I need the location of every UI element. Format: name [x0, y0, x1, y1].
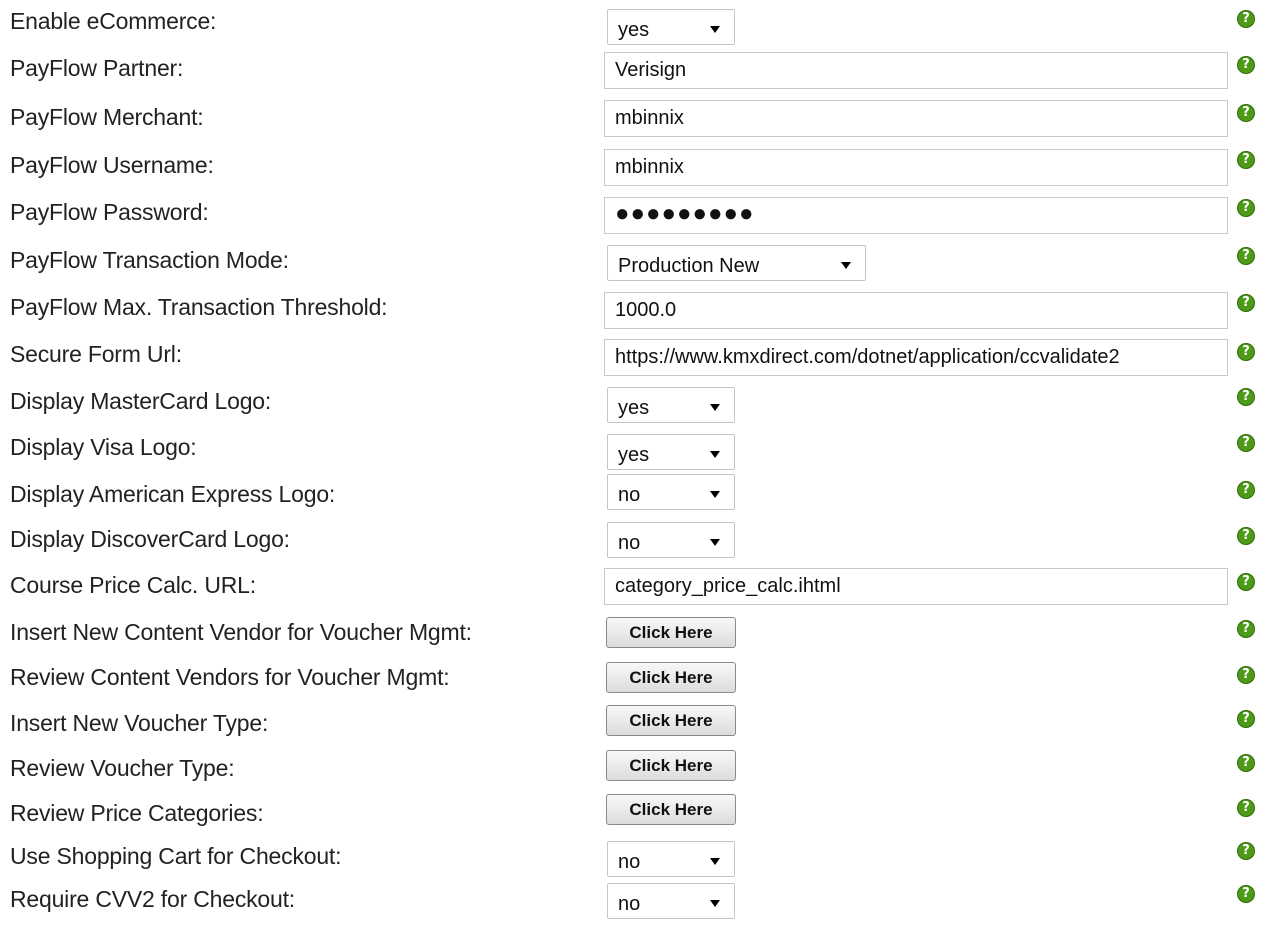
discovercard-logo-value: no [618, 531, 641, 554]
mastercard-logo-select[interactable]: yes [607, 387, 735, 423]
help-icon[interactable]: ? [1237, 527, 1255, 545]
chevron-down-icon [710, 899, 720, 907]
label-payflow-username: PayFlow Username: [10, 152, 214, 178]
max-threshold-input[interactable]: 1000.0 [604, 292, 1228, 329]
ecommerce-settings-form: Enable eCommerce: yes ? PayFlow Partner:… [0, 0, 1266, 919]
row-payflow-partner: PayFlow Partner: Verisign ? [0, 46, 1266, 92]
label-max-threshold: PayFlow Max. Transaction Threshold: [10, 294, 388, 320]
payflow-partner-input[interactable]: Verisign [604, 52, 1228, 89]
shopping-cart-checkout-select[interactable]: no [607, 841, 735, 877]
label-course-price-calc-url: Course Price Calc. URL: [10, 572, 256, 598]
row-amex-logo: Display American Express Logo: no ? [0, 471, 1266, 517]
payflow-password-input[interactable]: ●●●●●●●●● [604, 197, 1228, 234]
chevron-down-icon [710, 857, 720, 865]
row-secure-form-url: Secure Form Url: https://www.kmxdirect.c… [0, 331, 1266, 377]
help-icon[interactable]: ? [1237, 10, 1255, 28]
label-review-price-categories: Review Price Categories: [10, 800, 264, 826]
row-insert-content-vendor: Insert New Content Vendor for Voucher Mg… [0, 610, 1266, 656]
help-icon[interactable]: ? [1237, 247, 1255, 265]
label-insert-content-vendor: Insert New Content Vendor for Voucher Mg… [10, 619, 472, 645]
label-amex-logo: Display American Express Logo: [10, 481, 336, 507]
help-icon[interactable]: ? [1237, 388, 1255, 406]
help-icon[interactable]: ? [1237, 104, 1255, 122]
row-review-voucher-type: Review Voucher Type: Click Here ? [0, 748, 1266, 794]
require-cvv2-value: no [618, 892, 641, 915]
label-payflow-merchant: PayFlow Merchant: [10, 104, 204, 130]
help-icon[interactable]: ? [1237, 56, 1255, 74]
visa-logo-value: yes [618, 443, 650, 466]
review-content-vendors-button[interactable]: Click Here [606, 662, 736, 693]
label-transaction-mode: PayFlow Transaction Mode: [10, 247, 289, 273]
amex-logo-select[interactable]: no [607, 474, 735, 510]
chevron-down-icon [710, 403, 720, 411]
row-insert-voucher-type: Insert New Voucher Type: Click Here ? [0, 702, 1266, 748]
help-icon[interactable]: ? [1237, 481, 1255, 499]
chevron-down-icon [710, 490, 720, 498]
visa-logo-select[interactable]: yes [607, 434, 735, 470]
insert-voucher-type-button[interactable]: Click Here [606, 705, 736, 736]
row-max-threshold: PayFlow Max. Transaction Threshold: 1000… [0, 284, 1266, 330]
enable-ecommerce-select[interactable]: yes [607, 9, 735, 45]
label-require-cvv2: Require CVV2 for Checkout: [10, 886, 295, 912]
label-payflow-password: PayFlow Password: [10, 199, 209, 225]
transaction-mode-select[interactable]: Production New [607, 245, 866, 281]
shopping-cart-checkout-value: no [618, 850, 641, 873]
review-voucher-type-button[interactable]: Click Here [606, 750, 736, 781]
label-visa-logo: Display Visa Logo: [10, 434, 197, 460]
row-discovercard-logo: Display DiscoverCard Logo: no ? [0, 517, 1266, 563]
label-insert-voucher-type: Insert New Voucher Type: [10, 710, 269, 736]
label-payflow-partner: PayFlow Partner: [10, 55, 184, 81]
insert-content-vendor-button[interactable]: Click Here [606, 617, 736, 648]
help-icon[interactable]: ? [1237, 710, 1255, 728]
course-price-calc-url-input[interactable]: category_price_calc.ihtml [604, 568, 1228, 605]
payflow-merchant-input[interactable]: mbinnix [604, 100, 1228, 137]
help-icon[interactable]: ? [1237, 885, 1255, 903]
row-transaction-mode: PayFlow Transaction Mode: Production New… [0, 237, 1266, 283]
help-icon[interactable]: ? [1237, 151, 1255, 169]
row-course-price-calc-url: Course Price Calc. URL: category_price_c… [0, 563, 1266, 609]
help-icon[interactable]: ? [1237, 666, 1255, 684]
row-require-cvv2: Require CVV2 for Checkout: no ? [0, 879, 1266, 925]
row-shopping-cart-checkout: Use Shopping Cart for Checkout: no ? [0, 836, 1266, 882]
require-cvv2-select[interactable]: no [607, 883, 735, 919]
label-secure-form-url: Secure Form Url: [10, 341, 182, 367]
review-price-categories-button[interactable]: Click Here [606, 794, 736, 825]
chevron-down-icon [710, 25, 720, 33]
label-enable-ecommerce: Enable eCommerce: [10, 8, 217, 34]
help-icon[interactable]: ? [1237, 842, 1255, 860]
chevron-down-icon [841, 261, 851, 269]
row-visa-logo: Display Visa Logo: yes ? [0, 424, 1266, 470]
label-review-content-vendors: Review Content Vendors for Voucher Mgmt: [10, 664, 450, 690]
amex-logo-value: no [618, 483, 641, 506]
row-payflow-password: PayFlow Password: ●●●●●●●●● ? [0, 189, 1266, 235]
help-icon[interactable]: ? [1237, 343, 1255, 361]
discovercard-logo-select[interactable]: no [607, 522, 735, 558]
help-icon[interactable]: ? [1237, 434, 1255, 452]
chevron-down-icon [710, 450, 720, 458]
row-review-content-vendors: Review Content Vendors for Voucher Mgmt:… [0, 656, 1266, 702]
transaction-mode-value: Production New [618, 254, 760, 277]
help-icon[interactable]: ? [1237, 620, 1255, 638]
help-icon[interactable]: ? [1237, 754, 1255, 772]
label-discovercard-logo: Display DiscoverCard Logo: [10, 526, 290, 552]
help-icon[interactable]: ? [1237, 573, 1255, 591]
row-mastercard-logo: Display MasterCard Logo: yes ? [0, 378, 1266, 424]
mastercard-logo-value: yes [618, 396, 650, 419]
help-icon[interactable]: ? [1237, 294, 1255, 312]
row-review-price-categories: Review Price Categories: Click Here ? [0, 793, 1266, 839]
help-icon[interactable]: ? [1237, 199, 1255, 217]
chevron-down-icon [710, 538, 720, 546]
row-payflow-username: PayFlow Username: mbinnix ? [0, 141, 1266, 187]
row-payflow-merchant: PayFlow Merchant: mbinnix ? [0, 92, 1266, 138]
label-review-voucher-type: Review Voucher Type: [10, 755, 235, 781]
payflow-username-input[interactable]: mbinnix [604, 149, 1228, 186]
row-enable-ecommerce: Enable eCommerce: yes ? [0, 0, 1266, 46]
label-mastercard-logo: Display MasterCard Logo: [10, 388, 272, 414]
secure-form-url-input[interactable]: https://www.kmxdirect.com/dotnet/applica… [604, 339, 1228, 376]
help-icon[interactable]: ? [1237, 799, 1255, 817]
label-shopping-cart-checkout: Use Shopping Cart for Checkout: [10, 843, 342, 869]
enable-ecommerce-value: yes [618, 18, 650, 41]
